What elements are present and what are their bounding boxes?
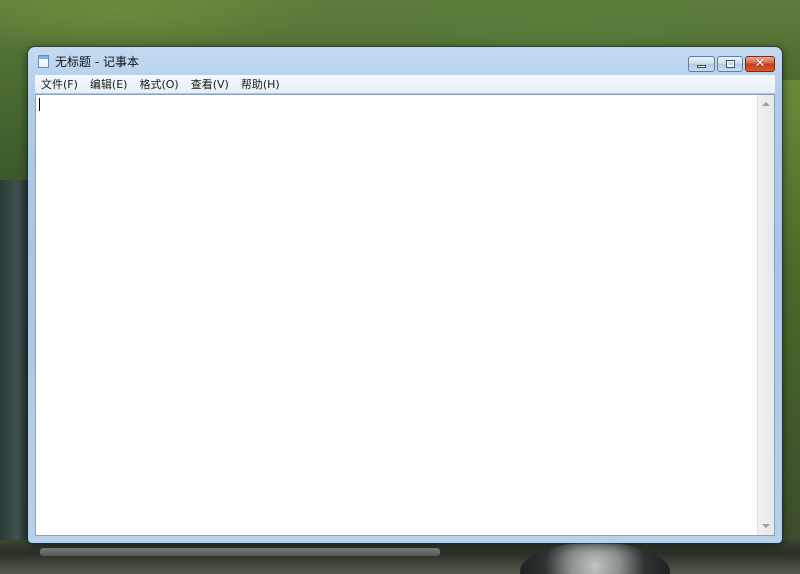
maximize-icon	[726, 60, 735, 68]
desktop-wallpaper-detail	[40, 548, 440, 556]
desktop-wallpaper-left	[0, 180, 28, 574]
menu-format[interactable]: 格式(O)	[133, 76, 184, 93]
menu-view[interactable]: 查看(V)	[185, 76, 235, 93]
scroll-down-icon[interactable]	[762, 524, 770, 528]
text-caret	[39, 98, 40, 111]
text-editor-area[interactable]	[35, 94, 775, 536]
minimize-icon	[697, 65, 706, 68]
notepad-icon[interactable]	[38, 55, 49, 68]
vertical-scrollbar[interactable]	[757, 95, 774, 535]
close-icon: ✕	[754, 56, 766, 71]
menu-help[interactable]: 帮助(H)	[235, 76, 286, 93]
desktop-wallpaper-bottom	[0, 540, 800, 574]
maximize-button[interactable]	[717, 56, 743, 72]
window-title: 无标题 - 记事本	[55, 55, 139, 69]
menu-edit[interactable]: 编辑(E)	[84, 76, 134, 93]
menu-file[interactable]: 文件(F)	[35, 76, 84, 93]
menu-bar: 文件(F) 编辑(E) 格式(O) 查看(V) 帮助(H)	[35, 75, 775, 94]
desktop-wallpaper-right	[780, 80, 800, 574]
scroll-up-icon[interactable]	[762, 102, 770, 106]
close-button[interactable]: ✕	[745, 56, 775, 72]
title-bar[interactable]: 无标题 - 记事本 ✕	[28, 47, 782, 75]
minimize-button[interactable]	[688, 56, 715, 72]
caption-buttons: ✕	[686, 56, 775, 72]
notepad-window: 无标题 - 记事本 ✕ 文件(F) 编辑(E) 格式(O) 查看(V) 帮助(H…	[28, 47, 782, 543]
